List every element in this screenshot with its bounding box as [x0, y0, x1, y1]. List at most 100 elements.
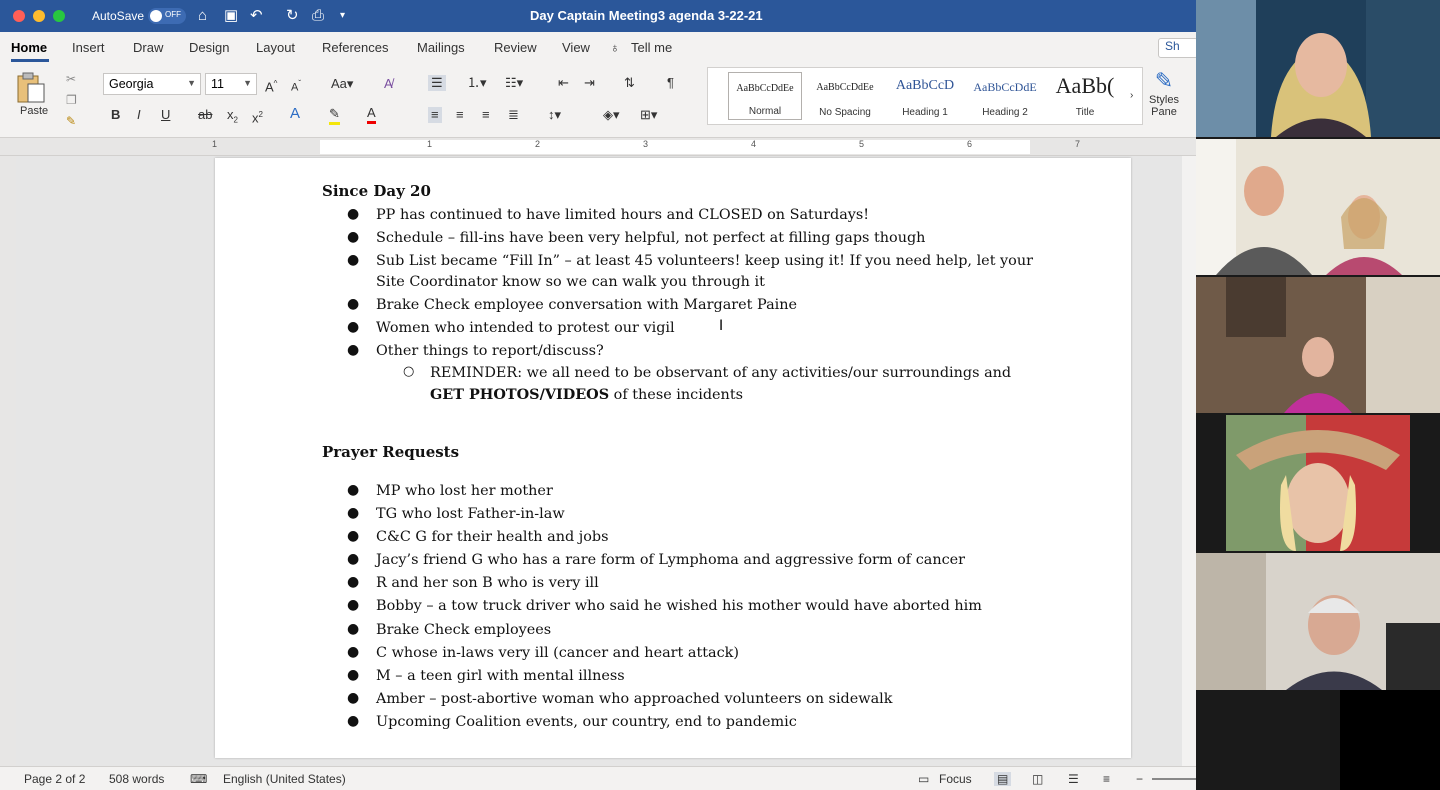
- style-no-spacing[interactable]: AaBbCcDdEe No Spacing: [808, 72, 882, 120]
- word-count[interactable]: 508 words: [109, 772, 164, 786]
- multilevel-list-icon[interactable]: ☷▾: [505, 75, 523, 91]
- cut-icon[interactable]: ✂: [66, 72, 76, 86]
- style-name: Heading 2: [982, 107, 1028, 118]
- tell-me-search[interactable]: Tell me: [631, 40, 672, 55]
- format-painter-icon[interactable]: ✎: [66, 114, 76, 128]
- undo-icon[interactable]: ↶: [250, 7, 263, 25]
- paste-icon[interactable]: [16, 72, 46, 104]
- customize-toolbar-icon[interactable]: ▾: [340, 7, 345, 25]
- sub-bullet-icon: ○: [403, 364, 415, 379]
- bullets-icon[interactable]: ☰: [428, 75, 446, 91]
- maximize-window-button[interactable]: [53, 10, 65, 22]
- font-size-select[interactable]: 11 ▼: [205, 73, 257, 95]
- bullet-icon: ●: [347, 597, 360, 613]
- tab-mailings[interactable]: Mailings: [417, 40, 465, 55]
- bold-icon[interactable]: B: [111, 107, 120, 123]
- tab-review[interactable]: Review: [494, 40, 537, 55]
- styles-pane-label: Styles Pane: [1149, 94, 1179, 118]
- grow-font-icon[interactable]: A^: [265, 76, 277, 95]
- style-name: No Spacing: [819, 107, 871, 118]
- language[interactable]: English (United States): [223, 772, 346, 786]
- document-title: Day Captain Meeting3 agenda 3-22-21: [530, 8, 763, 23]
- tab-references[interactable]: References: [322, 40, 388, 55]
- strikethrough-icon[interactable]: ab: [198, 107, 212, 123]
- style-heading-1[interactable]: AaBbCcD Heading 1: [888, 72, 962, 120]
- participant-video-2[interactable]: [1196, 139, 1440, 275]
- superscript-icon[interactable]: x2: [252, 107, 263, 126]
- print-layout-icon[interactable]: ▤: [994, 772, 1012, 786]
- web-layout-icon[interactable]: ◫: [1032, 772, 1043, 786]
- save-icon[interactable]: ▣: [224, 7, 238, 25]
- borders-icon[interactable]: ⊞▾: [640, 107, 657, 123]
- change-case-icon[interactable]: Aa▾: [331, 76, 353, 92]
- numbering-icon[interactable]: ⒈▾: [467, 75, 487, 91]
- autosave-toggle[interactable]: OFF: [148, 8, 186, 24]
- increase-indent-icon[interactable]: ⇥: [584, 75, 595, 91]
- style-name: Title: [1075, 107, 1095, 118]
- list-item: MP who lost her mother: [376, 483, 553, 499]
- document-page[interactable]: Since Day 20 ● PP has continued to have …: [215, 158, 1131, 758]
- clear-formatting-icon[interactable]: A̸: [384, 76, 393, 92]
- copy-icon[interactable]: ❐: [66, 93, 77, 107]
- tab-layout[interactable]: Layout: [256, 40, 295, 55]
- justify-icon[interactable]: ≣: [508, 107, 519, 123]
- ruler-number: 4: [751, 139, 757, 149]
- list-item: TG who lost Father-in-law: [376, 506, 565, 522]
- underline-icon[interactable]: U: [161, 107, 170, 123]
- text-effects-icon[interactable]: A: [290, 106, 300, 122]
- bullet-icon: ●: [347, 319, 360, 335]
- tab-design[interactable]: Design: [189, 40, 229, 55]
- line-spacing-icon[interactable]: ↕▾: [548, 107, 561, 123]
- tab-home[interactable]: Home: [11, 40, 47, 55]
- chevron-right-icon[interactable]: ›: [1130, 88, 1133, 104]
- participant-video-3[interactable]: [1196, 277, 1440, 413]
- align-left-icon[interactable]: ≡: [428, 107, 442, 123]
- participant-video-4[interactable]: [1226, 415, 1410, 551]
- tab-view[interactable]: View: [562, 40, 590, 55]
- focus-button[interactable]: Focus: [939, 772, 972, 786]
- show-formatting-icon[interactable]: ¶: [667, 75, 674, 91]
- print-icon[interactable]: ⎙: [312, 7, 324, 25]
- home-icon[interactable]: ⌂: [198, 7, 207, 25]
- participant-video-5[interactable]: [1196, 553, 1440, 690]
- close-window-button[interactable]: [13, 10, 25, 22]
- list-item: Other things to report/discuss?: [376, 343, 604, 359]
- highlight-icon[interactable]: ✎: [329, 106, 340, 125]
- shading-icon[interactable]: ◈▾: [603, 107, 620, 123]
- font-color-icon[interactable]: A: [367, 105, 376, 124]
- proofing-icon[interactable]: ⌨: [190, 772, 207, 786]
- sub-list-item-continuation: GET PHOTOS/VIDEOS of these incidents: [430, 384, 743, 406]
- list-item: Women who intended to protest our vigil: [376, 320, 675, 336]
- bullet-icon: ●: [347, 482, 360, 498]
- draft-view-icon[interactable]: ≡: [1103, 772, 1110, 786]
- tab-draw[interactable]: Draw: [133, 40, 163, 55]
- page-count[interactable]: Page 2 of 2: [24, 772, 85, 786]
- italic-icon[interactable]: I: [137, 107, 141, 123]
- share-button[interactable]: Sh: [1158, 38, 1198, 58]
- redo-icon[interactable]: ↻: [286, 7, 299, 25]
- style-heading-2[interactable]: AaBbCcDdE Heading 2: [968, 72, 1042, 120]
- participant-video-1[interactable]: [1196, 0, 1440, 137]
- align-right-icon[interactable]: ≡: [482, 107, 490, 123]
- outline-view-icon[interactable]: ☰: [1068, 772, 1079, 786]
- horizontal-ruler[interactable]: 1 1 2 3 4 5 6 7: [0, 138, 1196, 156]
- sort-icon[interactable]: ⇅: [624, 75, 635, 91]
- styles-pane-button[interactable]: ✎ Styles Pane: [1146, 68, 1182, 128]
- tab-insert[interactable]: Insert: [72, 40, 105, 55]
- video-participants-panel: [1196, 0, 1440, 790]
- vertical-scrollbar[interactable]: [1182, 156, 1196, 766]
- autosave-state: OFF: [165, 10, 181, 19]
- focus-icon: ▭: [918, 772, 930, 786]
- ruler-number: 3: [643, 139, 649, 149]
- vertical-ruler[interactable]: [0, 156, 16, 766]
- style-title[interactable]: AaBb( Title: [1048, 72, 1122, 120]
- subscript-icon[interactable]: x2: [227, 107, 238, 129]
- bullet-icon: ●: [347, 667, 360, 683]
- style-normal[interactable]: AaBbCcDdEe Normal: [728, 72, 802, 120]
- font-name-select[interactable]: Georgia ▼: [103, 73, 201, 95]
- shrink-font-icon[interactable]: Aˇ: [291, 76, 301, 96]
- align-center-icon[interactable]: ≡: [456, 107, 464, 123]
- decrease-indent-icon[interactable]: ⇤: [558, 75, 569, 91]
- minimize-window-button[interactable]: [33, 10, 45, 22]
- zoom-out-icon[interactable]: −: [1136, 772, 1143, 786]
